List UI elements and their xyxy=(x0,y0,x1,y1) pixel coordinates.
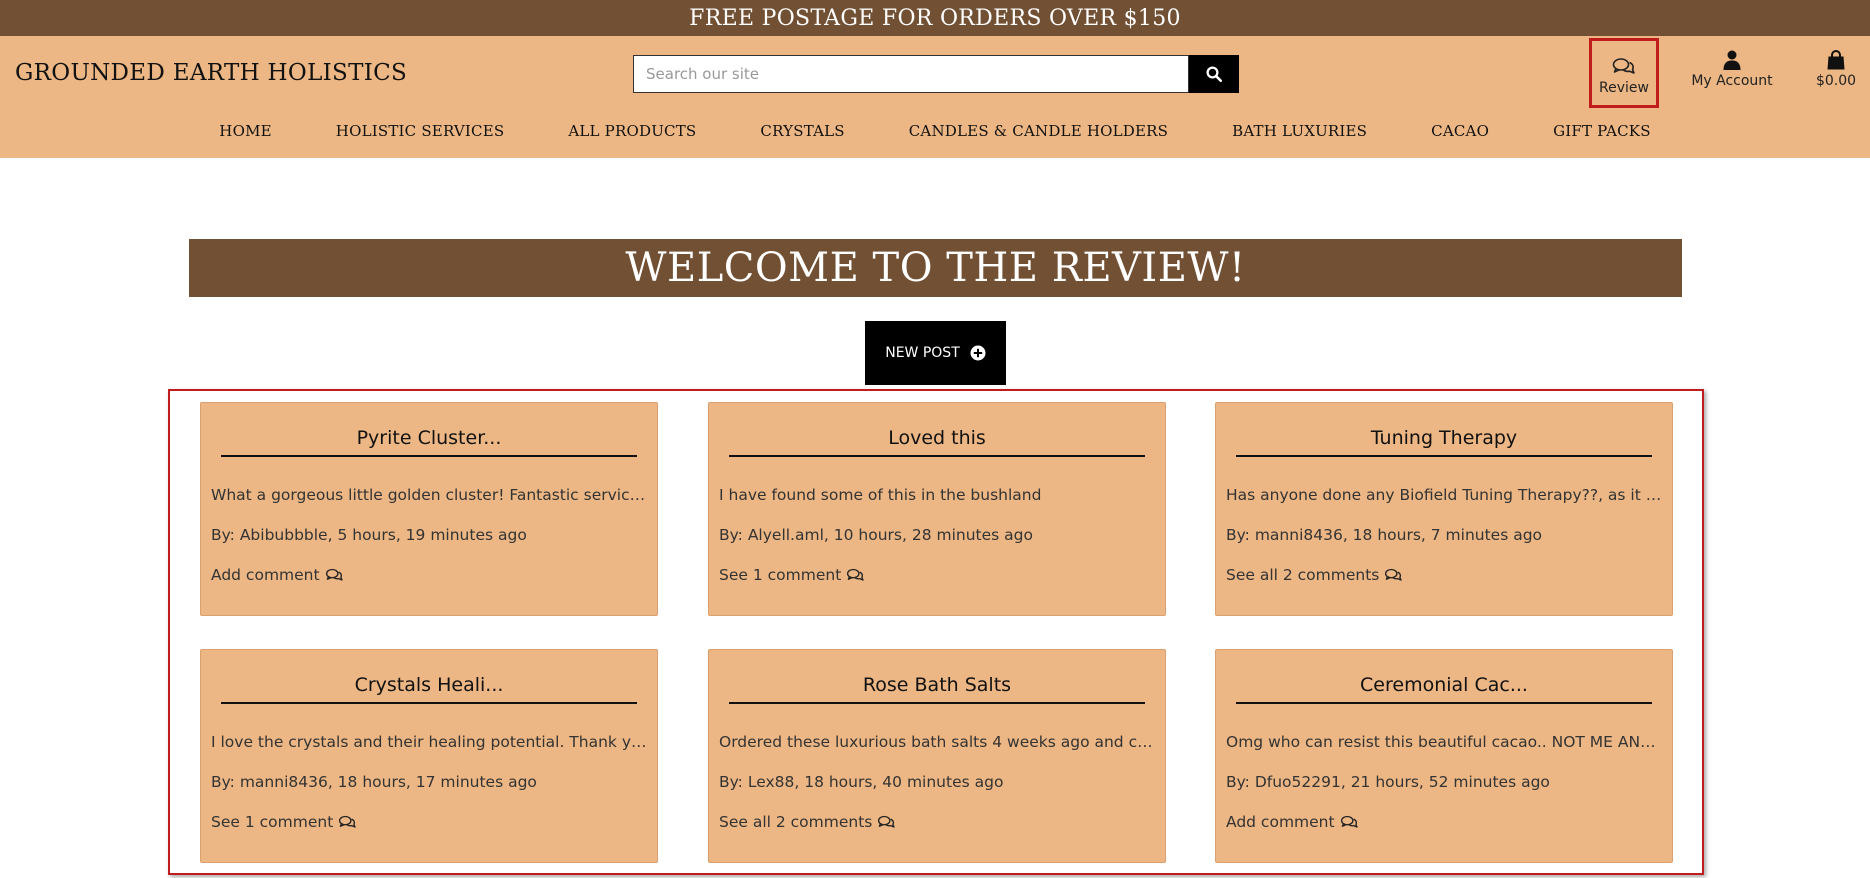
post-title[interactable]: Tuning Therapy xyxy=(1236,427,1652,457)
review-label: Review xyxy=(1599,79,1649,96)
post-card[interactable]: Pyrite Cluster... What a gorgeous little… xyxy=(200,402,658,616)
nav-crystals[interactable]: CRYSTALS xyxy=(760,122,844,140)
comments-icon xyxy=(847,568,864,581)
nav-bath-luxuries[interactable]: BATH LUXURIES xyxy=(1232,122,1367,140)
post-comments-link[interactable]: See all 2 comments xyxy=(1226,566,1662,584)
nav-all-products[interactable]: ALL PRODUCTS xyxy=(568,122,696,140)
post-excerpt: I love the crystals and their healing po… xyxy=(211,733,647,751)
new-post-button[interactable]: NEW POST xyxy=(865,321,1006,385)
post-excerpt: What a gorgeous little golden cluster! F… xyxy=(211,486,647,504)
post-comments-link[interactable]: Add comment xyxy=(1226,813,1662,831)
post-title[interactable]: Ceremonial Cac... xyxy=(1236,674,1652,704)
comments-icon xyxy=(325,568,343,581)
plus-circle-icon xyxy=(970,345,986,361)
post-author: By: Dfuo52291, 21 hours, 52 minutes ago xyxy=(1226,773,1550,791)
shopping-bag-link[interactable]: $0.00 xyxy=(1810,40,1862,89)
review-link[interactable]: Review xyxy=(1589,38,1659,108)
comments-label: Add comment xyxy=(1226,813,1335,831)
site-logo[interactable]: GROUNDED EARTH HOLISTICS xyxy=(15,60,407,86)
post-author: By: Lex88, 18 hours, 40 minutes ago xyxy=(719,773,1004,791)
comments-label: See all 2 comments xyxy=(1226,566,1380,584)
search-button[interactable] xyxy=(1189,55,1239,93)
banner-text: FREE POSTAGE FOR ORDERS OVER $150 xyxy=(689,5,1181,31)
post-title[interactable]: Rose Bath Salts xyxy=(729,674,1145,704)
free-postage-banner: FREE POSTAGE FOR ORDERS OVER $150 xyxy=(0,0,1870,36)
post-comments-link[interactable]: See 1 comment xyxy=(719,566,1155,584)
comments-label: See 1 comment xyxy=(719,566,842,584)
post-title[interactable]: Crystals Heali... xyxy=(221,674,637,704)
bag-total: $0.00 xyxy=(1815,73,1857,89)
post-excerpt: Has anyone done any Biofield Tuning Ther… xyxy=(1226,486,1662,504)
post-title[interactable]: Pyrite Cluster... xyxy=(221,427,637,457)
comments-icon xyxy=(1385,568,1403,581)
post-card[interactable]: Tuning Therapy Has anyone done any Biofi… xyxy=(1215,402,1673,616)
nav-holistic-services[interactable]: HOLISTIC SERVICES xyxy=(336,122,505,140)
comments-icon xyxy=(339,815,356,828)
comments-label: See 1 comment xyxy=(211,813,334,831)
site-header: GROUNDED EARTH HOLISTICS Review My xyxy=(0,36,1870,158)
post-excerpt: Ordered these luxurious bath salts 4 wee… xyxy=(719,733,1155,751)
post-card[interactable]: Loved this I have found some of this in … xyxy=(708,402,1166,616)
post-author: By: Abibubbble, 5 hours, 19 minutes ago xyxy=(211,526,527,544)
page-title-text: WELCOME TO THE REVIEW! xyxy=(625,245,1246,291)
review-posts-grid: Pyrite Cluster... What a gorgeous little… xyxy=(168,389,1704,875)
user-icon xyxy=(1723,40,1741,70)
nav-home[interactable]: HOME xyxy=(219,122,272,140)
post-comments-link[interactable]: Add comment xyxy=(211,566,647,584)
post-comments-link[interactable]: See all 2 comments xyxy=(719,813,1155,831)
post-title[interactable]: Loved this xyxy=(729,427,1145,457)
post-card[interactable]: Rose Bath Salts Ordered these luxurious … xyxy=(708,649,1166,863)
search-input[interactable] xyxy=(633,55,1189,93)
search-form xyxy=(633,55,1239,93)
comments-icon xyxy=(1340,815,1358,828)
post-excerpt: I have found some of this in the bushlan… xyxy=(719,486,1042,504)
nav-cacao[interactable]: CACAO xyxy=(1431,122,1489,140)
shopping-bag-icon xyxy=(1827,40,1845,70)
my-account-link[interactable]: My Account xyxy=(1690,40,1774,89)
comments-icon xyxy=(1612,53,1636,77)
nav-candles[interactable]: CANDLES & CANDLE HOLDERS xyxy=(909,122,1168,140)
nav-gift-packs[interactable]: GIFT PACKS xyxy=(1553,122,1651,140)
post-card[interactable]: Crystals Heali... I love the crystals an… xyxy=(200,649,658,863)
post-excerpt: Omg who can resist this beautiful cacao.… xyxy=(1226,733,1662,751)
post-author: By: manni8436, 18 hours, 17 minutes ago xyxy=(211,773,537,791)
post-author: By: manni8436, 18 hours, 7 minutes ago xyxy=(1226,526,1543,544)
comments-label: Add comment xyxy=(211,566,320,584)
my-account-label: My Account xyxy=(1691,73,1773,89)
comments-label: See all 2 comments xyxy=(719,813,873,831)
search-icon xyxy=(1206,66,1223,83)
post-comments-link[interactable]: See 1 comment xyxy=(211,813,647,831)
post-author: By: Alyell.aml, 10 hours, 28 minutes ago xyxy=(719,526,1033,544)
page-title: WELCOME TO THE REVIEW! xyxy=(189,239,1682,297)
post-card[interactable]: Ceremonial Cac... Omg who can resist thi… xyxy=(1215,649,1673,863)
new-post-label: NEW POST xyxy=(885,345,960,361)
main-nav: HOME HOLISTIC SERVICES ALL PRODUCTS CRYS… xyxy=(0,122,1870,140)
comments-icon xyxy=(878,815,896,828)
